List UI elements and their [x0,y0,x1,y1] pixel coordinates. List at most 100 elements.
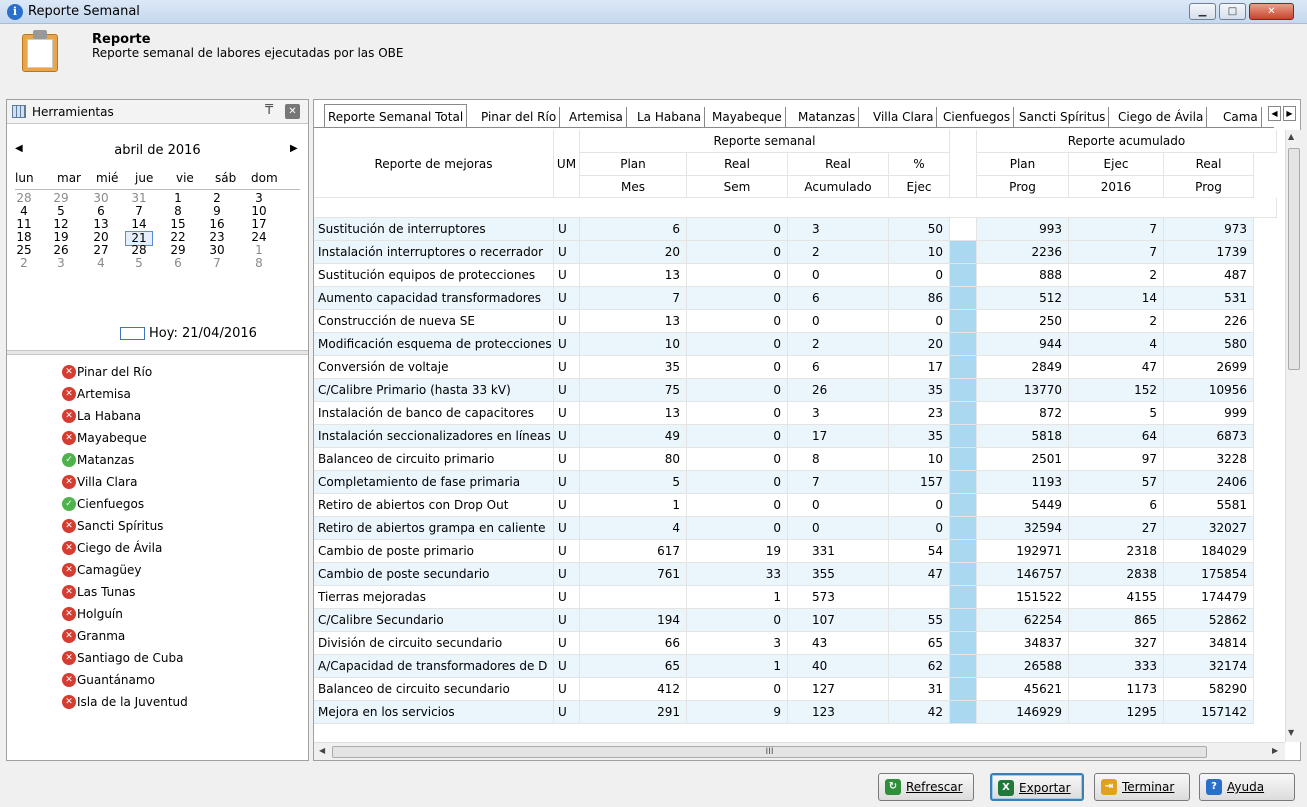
report-grid: Reporte de mejoras UM Reporte semanal Repor… [314,130,1285,742]
error-icon: ✕ [62,431,76,445]
row-value: 32174 [1164,655,1254,678]
calendar-day[interactable]: 6 [164,257,192,270]
tab-1[interactable]: Pinar del Río [478,107,561,127]
check-icon: ✓ [62,497,76,511]
calendar-day[interactable]: 14 [125,218,153,231]
row-label: C/Calibre Primario (hasta 33 kV) [314,379,554,402]
header: Reporte Reporte semanal de labores ejecu… [0,24,1307,96]
minimize-button[interactable]: ▁ [1189,3,1216,20]
row-value: 0 [687,333,788,356]
tab-3[interactable]: La Habana [634,107,706,127]
tab-7[interactable]: Cienfuegos [940,107,1015,127]
tab-right-arrow-icon[interactable]: ▶ [1283,106,1296,121]
row-value: 327 [1069,632,1164,655]
row-value: 0 [889,264,950,287]
terminar-button[interactable]: ⇥ Terminar [1094,773,1190,801]
scroll-up-icon[interactable]: ▲ [1288,132,1294,141]
close-panel-icon[interactable]: ✕ [285,104,300,119]
province-name: Cienfuegos [77,497,145,511]
row-value [889,586,950,609]
tab-10[interactable]: Cama [1220,107,1262,127]
scroll-right-icon[interactable]: ▶ [1272,746,1278,755]
row-value: 13 [580,310,687,333]
weekday-4: vie [176,171,194,185]
horizontal-scrollbar[interactable]: ◀ III ▶ [314,742,1285,760]
province-item[interactable]: ✓ Cienfuegos [62,494,262,514]
calendar-day[interactable]: 3 [47,257,75,270]
row-value: 23 [889,402,950,425]
row-gap [950,356,977,379]
pin-icon[interactable]: ₸ [265,103,273,118]
calendar-day[interactable]: 2 [10,257,38,270]
vertical-scrollbar[interactable]: ▲ ▼ [1285,130,1301,742]
scroll-down-icon[interactable]: ▼ [1288,728,1294,737]
today-label[interactable]: Hoy: 21/04/2016 [149,326,257,341]
row-value: 7 [1069,218,1164,241]
calendar-day[interactable]: 7 [203,257,231,270]
help-icon: ? [1206,779,1222,795]
calendar-month[interactable]: abril de 2016 [7,143,308,158]
column-header-reporte: Reporte de mejoras [314,130,554,198]
calendar-day[interactable]: 4 [87,257,115,270]
tab-5[interactable]: Matanzas [795,107,860,127]
province-item[interactable]: ✕ Holguín [62,604,262,624]
province-item[interactable]: ✕ Las Tunas [62,582,262,602]
tab-9[interactable]: Ciego de Ávila [1115,107,1208,127]
scroll-thumb[interactable] [1288,148,1300,370]
tab-left-arrow-icon[interactable]: ◀ [1268,106,1281,121]
exportar-button[interactable]: X Exportar [990,773,1084,801]
province-item[interactable]: ✕ Guantánamo [62,670,262,690]
province-item[interactable]: ✕ Pinar del Río [62,362,262,382]
tab-6[interactable]: Villa Clara [870,107,938,127]
province-item[interactable]: ✕ Artemisa [62,384,262,404]
calendar-day[interactable]: 5 [125,257,153,270]
row-value: 13 [580,402,687,425]
province-item[interactable]: ✕ Santiago de Cuba [62,648,262,668]
province-item[interactable]: ✕ Granma [62,626,262,646]
scroll-left-icon[interactable]: ◀ [319,746,325,755]
row-value: 26588 [977,655,1069,678]
header-subtitle: Reporte semanal de labores ejecutadas po… [92,46,404,60]
row-value: 80 [580,448,687,471]
row-um: U [554,310,580,333]
refrescar-button[interactable]: ↻ Refrescar [878,773,974,801]
row-um: U [554,402,580,425]
row-gap [950,218,977,241]
row-um: U [554,517,580,540]
row-value: 412 [580,678,687,701]
row-value: 175854 [1164,563,1254,586]
row-label: Aumento capacidad transformadores [314,287,554,310]
maximize-button[interactable]: □ [1219,3,1246,20]
province-item[interactable]: ✕ La Habana [62,406,262,426]
province-item[interactable]: ✕ Villa Clara [62,472,262,492]
row-value: 47 [889,563,950,586]
row-value: 2849 [977,356,1069,379]
province-item[interactable]: ✕ Sancti Spíritus [62,516,262,536]
next-month-icon[interactable]: ▶ [290,143,298,154]
tab-2[interactable]: Artemisa [566,107,627,127]
row-value: 0 [687,678,788,701]
row-um: U [554,333,580,356]
button-label: Terminar [1122,780,1175,794]
row-gap [950,264,977,287]
column-header-bottom: Sem [687,176,788,198]
row-value: 617 [580,540,687,563]
row-value: 487 [1164,264,1254,287]
province-item[interactable]: ✕ Ciego de Ávila [62,538,262,558]
row-value: 993 [977,218,1069,241]
splitter[interactable] [7,350,308,355]
tab-0[interactable]: Reporte Semanal Total [324,104,468,127]
row-value: 973 [1164,218,1254,241]
close-button[interactable]: ✕ [1249,3,1294,20]
province-name: Ciego de Ávila [77,541,163,555]
tab-4[interactable]: Mayabeque [709,107,786,127]
calendar-day[interactable]: 8 [245,257,273,270]
ayuda-button[interactable]: ? Ayuda [1199,773,1295,801]
row-value: 865 [1069,609,1164,632]
province-item[interactable]: ✕ Mayabeque [62,428,262,448]
hscroll-thumb[interactable]: III [332,746,1207,758]
tab-8[interactable]: Sancti Spíritus [1016,107,1110,127]
province-item[interactable]: ✕ Isla de la Juventud [62,692,262,712]
province-item[interactable]: ✓ Matanzas [62,450,262,470]
province-item[interactable]: ✕ Camagüey [62,560,262,580]
